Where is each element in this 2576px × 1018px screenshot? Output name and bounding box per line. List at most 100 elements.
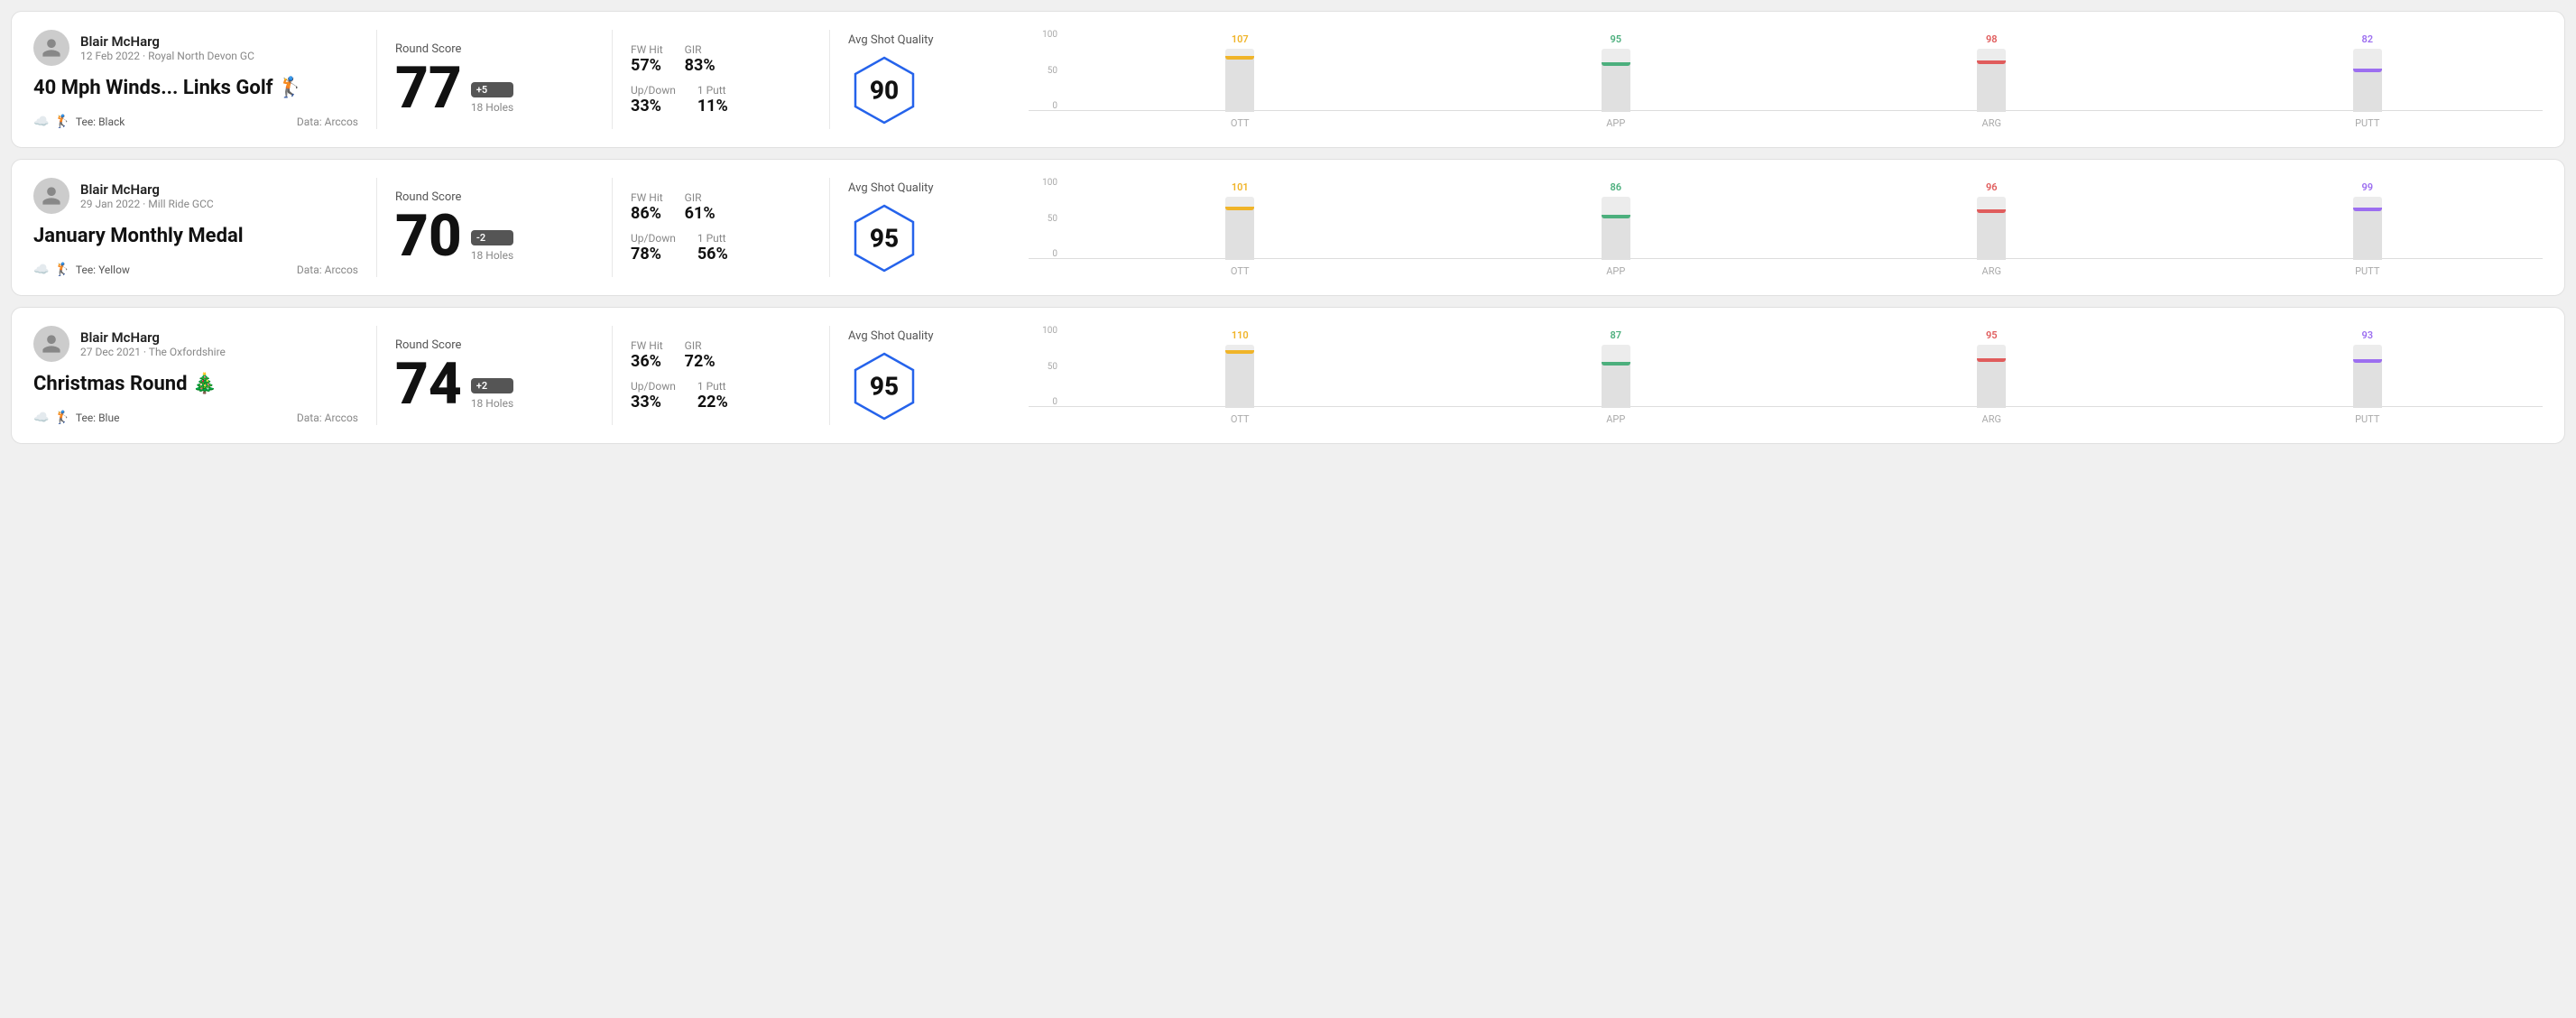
bar-value-label: 110 (1232, 329, 1249, 341)
bar-x-label: ARG (1982, 117, 2001, 129)
up-down-stat: Up/Down78% (631, 232, 676, 264)
score-section: Round Score70-218 Holes (395, 178, 594, 277)
up-down-stat-value: 33% (631, 97, 676, 116)
bar-x-label: PUTT (2355, 265, 2379, 277)
up-down-stat: Up/Down33% (631, 84, 676, 116)
y-axis: 100500 (1029, 326, 1061, 407)
quality-score: 90 (870, 75, 899, 105)
user-date: 12 Feb 2022 · Royal North Devon GC (80, 50, 254, 62)
score-row: 74+218 Holes (395, 356, 594, 413)
quality-label: Avg Shot Quality (848, 181, 934, 195)
score-holes: 18 Holes (471, 249, 513, 262)
bar-x-label: PUTT (2355, 413, 2379, 425)
stats-section: FW Hit86%GIR61%Up/Down78%1 Putt56% (631, 178, 811, 277)
gir-stat-value: 72% (685, 352, 716, 371)
bar-x-label: ARG (1982, 265, 2001, 277)
golf-bag-icon: 🏌 (54, 263, 69, 277)
bar-fill (1602, 215, 1630, 260)
gir-stat-value: 61% (685, 204, 716, 223)
bar-wrapper (1225, 197, 1254, 260)
bar-fill (1602, 362, 1630, 408)
user-name: Blair McHarg (80, 181, 214, 198)
stats-row-1: FW Hit36% GIR72% (631, 339, 811, 371)
score-section: Round Score77+518 Holes (395, 30, 594, 129)
divider (829, 178, 830, 277)
up-down-stat-label: Up/Down (631, 380, 676, 393)
bar-group-arg: 96 ARG (1816, 181, 2167, 277)
one-putt-stat: 1 Putt22% (697, 380, 728, 412)
up-down-stat-value: 33% (631, 393, 676, 412)
divider (612, 178, 613, 277)
bar-accent (1225, 207, 1254, 210)
user-row: Blair McHarg29 Jan 2022 · Mill Ride GCC (33, 178, 358, 214)
bar-value-label: 87 (1610, 329, 1621, 341)
tee-row: ☁️🏌Tee: BlueData: Arccos (33, 403, 358, 425)
user-name: Blair McHarg (80, 329, 226, 346)
bar-accent (1602, 62, 1630, 66)
bar-x-label: OTT (1231, 413, 1250, 425)
bar-group-arg: 95ARG (1816, 329, 2167, 425)
bar-fill (1977, 209, 2006, 260)
avatar (33, 30, 69, 66)
chart-baseline (1029, 110, 2543, 111)
chart-baseline (1029, 258, 2543, 259)
user-info: Blair McHarg12 Feb 2022 · Royal North De… (80, 33, 254, 62)
y-axis-label: 100 (1042, 326, 1061, 336)
round-card: Blair McHarg12 Feb 2022 · Royal North De… (11, 11, 2565, 148)
data-source: Data: Arccos (297, 264, 358, 276)
score-holes: 18 Holes (471, 101, 513, 114)
bar-fill (1225, 350, 1254, 408)
bar-chart-section: 100500 110 OTT 87APP95ARG 93 PUTT (1029, 326, 2543, 425)
round-card: Blair McHarg29 Jan 2022 · Mill Ride GCCJ… (11, 159, 2565, 296)
bar-chart: 100500 110 OTT 87APP95ARG 93 PUTT (1029, 326, 2543, 425)
hexagon-quality: 90 (848, 54, 920, 126)
stats-row-2: Up/Down78% 1 Putt56% (631, 232, 811, 264)
golf-bag-icon: 🏌 (54, 411, 69, 425)
score-row: 77+518 Holes (395, 60, 594, 117)
user-row: Blair McHarg12 Feb 2022 · Royal North De… (33, 30, 358, 66)
gir-stat-label: GIR (685, 339, 716, 352)
bar-value-label: 101 (1232, 181, 1249, 193)
bar-accent (2353, 69, 2382, 72)
bar-value-label: 95 (1986, 329, 1998, 341)
one-putt-stat: 1 Putt56% (697, 232, 728, 264)
up-down-stat-label: Up/Down (631, 232, 676, 245)
score-number: 70 (395, 208, 462, 265)
score-details: -218 Holes (471, 230, 513, 265)
bar-accent (1602, 215, 1630, 218)
up-down-stat-label: Up/Down (631, 84, 676, 97)
quality-label: Avg Shot Quality (848, 329, 934, 343)
bar-chart-section: 100500107OTT95APP98ARG82PUTT (1029, 30, 2543, 129)
bar-group-ott: 110 OTT (1065, 329, 1416, 425)
score-number: 77 (395, 60, 462, 117)
bar-group-app: 87APP (1441, 329, 1792, 425)
bar-wrapper (2353, 49, 2382, 112)
stats-row-1: FW Hit57%GIR83% (631, 43, 811, 75)
bar-group-putt: 93 PUTT (2193, 329, 2544, 425)
fw-hit-stat-label: FW Hit (631, 43, 663, 56)
stats-section: FW Hit36% GIR72% Up/Down33% 1 Putt22% (631, 326, 811, 425)
weather-icon: ☁️ (33, 411, 49, 425)
fw-hit-stat: FW Hit36% (631, 339, 663, 371)
stats-row-2: Up/Down33%1 Putt11% (631, 84, 811, 116)
bar-value-label: 96 (1986, 181, 1998, 193)
bar-value-label: 82 (2361, 33, 2373, 45)
bar-value-label: 93 (2361, 329, 2373, 341)
y-axis: 100500 (1029, 30, 1061, 111)
stats-row-2: Up/Down33% 1 Putt22% (631, 380, 811, 412)
bar-chart-section: 100500101OTT86APP96ARG99PUTT (1029, 178, 2543, 277)
golf-bag-icon: 🏌 (54, 115, 69, 129)
fw-hit-stat: FW Hit57% (631, 43, 663, 75)
y-axis-label: 50 (1048, 66, 1061, 76)
score-section: Round Score74+218 Holes (395, 326, 594, 425)
divider (376, 30, 377, 129)
score-holes: 18 Holes (471, 397, 513, 410)
bar-accent (1602, 362, 1630, 366)
bar-value-label: 107 (1232, 33, 1249, 45)
bar-value-label: 98 (1986, 33, 1998, 45)
bar-group-app: 95APP (1441, 33, 1792, 129)
bar-accent (1225, 350, 1254, 354)
bar-fill (2353, 359, 2382, 408)
up-down-stat: Up/Down33% (631, 380, 676, 412)
bar-wrapper (1977, 345, 2006, 408)
